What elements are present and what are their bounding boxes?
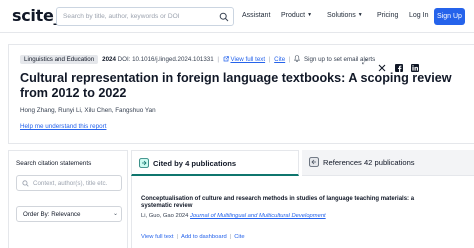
- result-meta: Li, Guo, Gao 2024 Journal of Multilingua…: [141, 213, 326, 219]
- result-title[interactable]: Conceptualisation of culture and researc…: [141, 196, 441, 211]
- tab-references-label: References 42 publications: [323, 158, 415, 167]
- top-nav-bar: scite_ Assistant Product▼ Solutions▼ Pri…: [0, 0, 474, 33]
- divider: |: [268, 56, 271, 63]
- citation-result: Conceptualisation of culture and researc…: [131, 176, 474, 248]
- search-input[interactable]: [63, 10, 213, 23]
- result-authors-year: Li, Guo, Gao 2024: [141, 213, 189, 219]
- citation-search-title: Search citation statements: [16, 160, 92, 167]
- cite-link[interactable]: Cite: [274, 56, 285, 63]
- paper-title: Cultural representation in foreign langu…: [20, 71, 452, 100]
- result-cite[interactable]: Cite: [234, 234, 244, 240]
- login-link[interactable]: Log In: [409, 12, 428, 19]
- cited-by-icon: [139, 158, 149, 168]
- chevron-down-icon: ▼: [357, 12, 363, 18]
- external-link-icon: [223, 55, 229, 61]
- chevron-down-icon: ▼: [307, 12, 313, 18]
- citation-search-input[interactable]: Context, author(s), title etc.: [16, 175, 122, 191]
- citation-tabs: Cited by 4 publications References 42 pu…: [131, 150, 474, 176]
- divider: |: [217, 56, 219, 63]
- paper-card: Linguistics and Education 2024 DOI: 10.10…: [8, 44, 474, 144]
- paper-doi[interactable]: DOI: 10.1016/j.linged.2024.101331: [118, 56, 214, 63]
- result-add-to-dashboard[interactable]: Add to dashboard: [181, 234, 227, 240]
- search-box[interactable]: [56, 7, 234, 26]
- citation-search-panel: Search citation statements Context, auth…: [8, 150, 128, 248]
- nav-solutions[interactable]: Solutions ▼: [327, 12, 363, 19]
- search-icon: [22, 180, 29, 187]
- twitter-icon[interactable]: [378, 59, 386, 72]
- paper-meta: Linguistics and Education 2024 DOI: 10.10…: [20, 55, 375, 64]
- signup-button[interactable]: Sign Up: [434, 8, 465, 25]
- scite-logo[interactable]: scite_: [12, 6, 62, 25]
- tab-references[interactable]: References 42 publications: [302, 150, 474, 176]
- references-icon: [309, 157, 319, 167]
- result-actions: View full text | Add to dashboard | Cite: [141, 234, 245, 240]
- order-by-value: Order By: Relevance: [23, 211, 81, 218]
- nav-product-label: Product: [281, 12, 306, 19]
- bell-icon: [294, 55, 301, 62]
- linkedin-icon[interactable]: [411, 59, 420, 72]
- nav-pricing[interactable]: Pricing: [377, 12, 398, 19]
- paper-year: 2024: [102, 56, 116, 63]
- share-icon[interactable]: ⤢: [362, 59, 370, 67]
- view-full-text-link[interactable]: View full text: [230, 56, 265, 63]
- nav-assistant[interactable]: Assistant: [242, 12, 270, 19]
- search-icon[interactable]: [219, 12, 229, 22]
- share-bar: ⤢: [362, 54, 423, 72]
- citation-search-placeholder: Context, author(s), title etc.: [33, 180, 108, 187]
- facebook-icon[interactable]: [394, 59, 403, 72]
- help-link[interactable]: Help me understand this report: [20, 123, 106, 130]
- paper-authors: Hong Zhang, Runyi Li, Xilu Chen, Fangshu…: [20, 107, 156, 114]
- divider: |: [229, 234, 232, 240]
- tab-cited-by[interactable]: Cited by 4 publications: [131, 150, 299, 176]
- tab-cited-by-label: Cited by 4 publications: [153, 159, 237, 168]
- journal-tag[interactable]: Linguistics and Education: [20, 55, 99, 64]
- help-link-text[interactable]: Help me understand this report: [20, 123, 106, 130]
- result-journal-link[interactable]: Journal of Multilingual and Multicultura…: [190, 213, 326, 219]
- divider: |: [288, 56, 291, 63]
- nav-product[interactable]: Product ▼: [281, 12, 312, 19]
- divider: |: [176, 234, 178, 240]
- chevron-down-icon: ⌄: [113, 211, 119, 217]
- result-view-full-text[interactable]: View full text: [141, 234, 173, 240]
- order-by-select[interactable]: Order By: Relevance ⌄: [16, 206, 122, 222]
- nav-solutions-label: Solutions: [327, 12, 356, 19]
